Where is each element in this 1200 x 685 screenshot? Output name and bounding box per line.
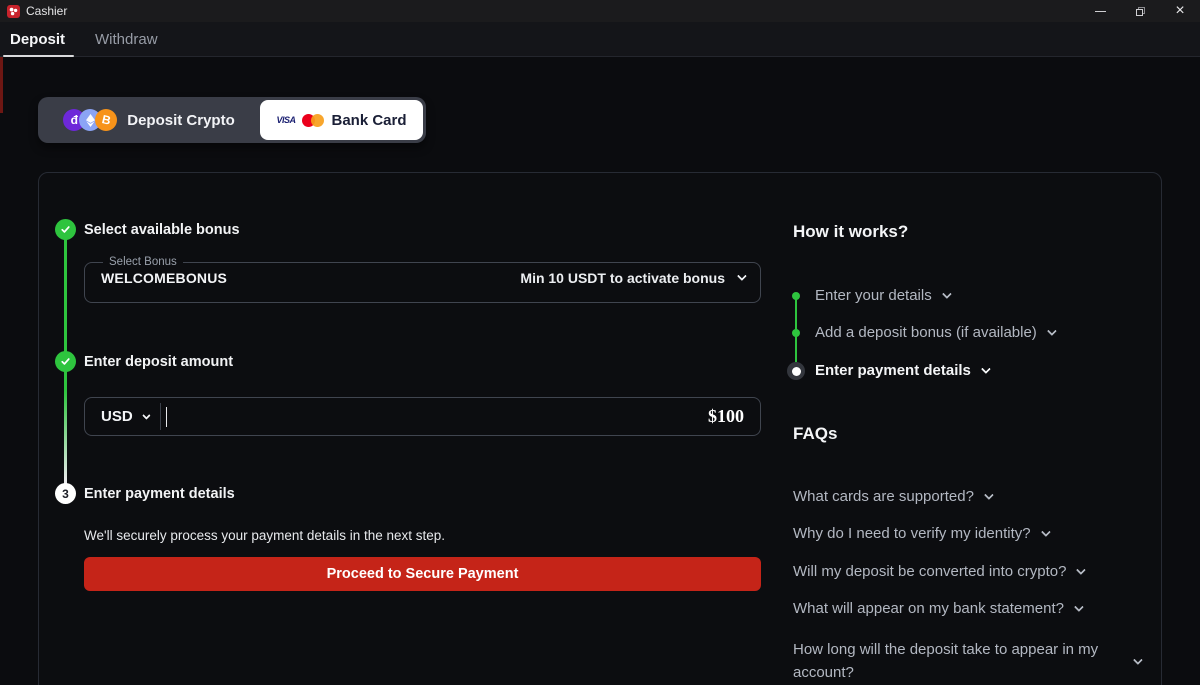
faq-question: How long will the deposit take to appear… — [793, 638, 1123, 685]
bonus-field-legend: Select Bonus — [103, 257, 183, 269]
deposit-crypto-label: Deposit Crypto — [127, 112, 235, 129]
tab-deposit-label: Deposit — [10, 31, 65, 48]
step1-title: Select available bonus — [84, 222, 240, 238]
step2-title: Enter deposit amount — [84, 354, 233, 370]
deposit-crypto-option[interactable]: đ B Deposit Crypto — [38, 97, 260, 143]
mastercard-icon — [302, 114, 324, 127]
left-scroll-accent — [0, 57, 3, 113]
faq-item-bank-statement[interactable]: What will appear on my bank statement? — [793, 600, 1081, 617]
minimize-button[interactable] — [1080, 0, 1120, 22]
faq-question: What cards are supported? — [793, 488, 974, 505]
restore-icon — [1136, 7, 1145, 16]
titlebar: Cashier × — [0, 0, 1200, 22]
proceed-to-payment-button[interactable]: Proceed to Secure Payment — [84, 557, 761, 591]
tab-withdraw[interactable]: Withdraw — [95, 22, 158, 57]
visa-icon: VISA — [276, 115, 295, 125]
faqs-title: FAQs — [793, 424, 837, 444]
proceed-button-label: Proceed to Secure Payment — [327, 566, 519, 582]
crypto-coins-icon: đ B — [63, 109, 117, 131]
cashier-window: Cashier × Deposit Withdraw đ — [0, 0, 1200, 685]
currency-select[interactable]: USD — [101, 408, 148, 425]
faq-item-deposit-time[interactable]: How long will the deposit take to appear… — [793, 638, 1153, 685]
currency-label: USD — [101, 408, 133, 425]
hiw-item-label: Enter payment details — [815, 362, 971, 379]
bank-card-option[interactable]: VISA Bank Card — [260, 100, 423, 140]
chevron-down-icon — [1133, 655, 1143, 665]
close-button[interactable]: × — [1160, 0, 1200, 22]
hiw-item-deposit-bonus[interactable]: Add a deposit bonus (if available) — [815, 324, 1054, 341]
faq-item-verify-identity[interactable]: Why do I need to verify my identity? — [793, 525, 1048, 542]
step3-title: Enter payment details — [84, 486, 235, 502]
faq-item-converted-crypto[interactable]: Will my deposit be converted into crypto… — [793, 563, 1083, 580]
bonus-select-field[interactable]: Select Bonus WELCOMEBONUS Min 10 USDT to… — [84, 257, 761, 303]
maximize-button[interactable] — [1120, 0, 1160, 22]
hiw-item-label: Enter your details — [815, 287, 932, 304]
timeline-active-dot — [787, 362, 805, 380]
tab-withdraw-label: Withdraw — [95, 31, 158, 48]
chevron-down-icon — [142, 411, 150, 419]
window-title: Cashier — [26, 4, 67, 18]
close-icon: × — [1175, 3, 1184, 19]
hiw-item-payment-details[interactable]: Enter payment details — [815, 362, 988, 379]
app-logo-icon — [7, 5, 20, 18]
faq-question: What will appear on my bank statement? — [793, 600, 1064, 617]
secure-process-note: We'll securely process your payment deta… — [84, 528, 445, 543]
timeline-dot — [792, 292, 800, 300]
bonus-min-hint: Min 10 USDT to activate bonus — [520, 270, 725, 286]
bonus-field-value: WELCOMEBONUS — [101, 270, 227, 286]
window-controls: × — [1080, 0, 1200, 22]
timeline-dot — [792, 329, 800, 337]
step3-number-badge: 3 — [55, 483, 76, 504]
bank-card-label: Bank Card — [331, 112, 406, 129]
faq-question: Why do I need to verify my identity? — [793, 525, 1031, 542]
tab-deposit[interactable]: Deposit — [10, 22, 65, 57]
how-it-works-title: How it works? — [793, 222, 908, 242]
deposit-amount-field[interactable]: USD $100 — [84, 397, 761, 436]
amount-value: $100 — [708, 406, 744, 427]
minimize-icon — [1095, 11, 1106, 12]
step1-check-icon — [55, 219, 76, 240]
faq-item-cards-supported[interactable]: What cards are supported? — [793, 488, 991, 505]
tabbar: Deposit Withdraw — [0, 22, 1200, 57]
hiw-item-enter-details[interactable]: Enter your details — [815, 287, 949, 304]
payment-method-toggle: đ B Deposit Crypto VISA Bank Card — [38, 97, 426, 143]
step2-check-icon — [55, 351, 76, 372]
bitcoin-coin-icon: B — [95, 109, 117, 131]
faq-question: Will my deposit be converted into crypto… — [793, 563, 1066, 580]
chevron-down-icon — [737, 271, 747, 281]
text-caret — [166, 407, 167, 427]
hiw-item-label: Add a deposit bonus (if available) — [815, 324, 1037, 341]
active-tab-underline — [3, 55, 74, 57]
field-divider — [160, 403, 161, 430]
step3-number: 3 — [62, 487, 69, 501]
